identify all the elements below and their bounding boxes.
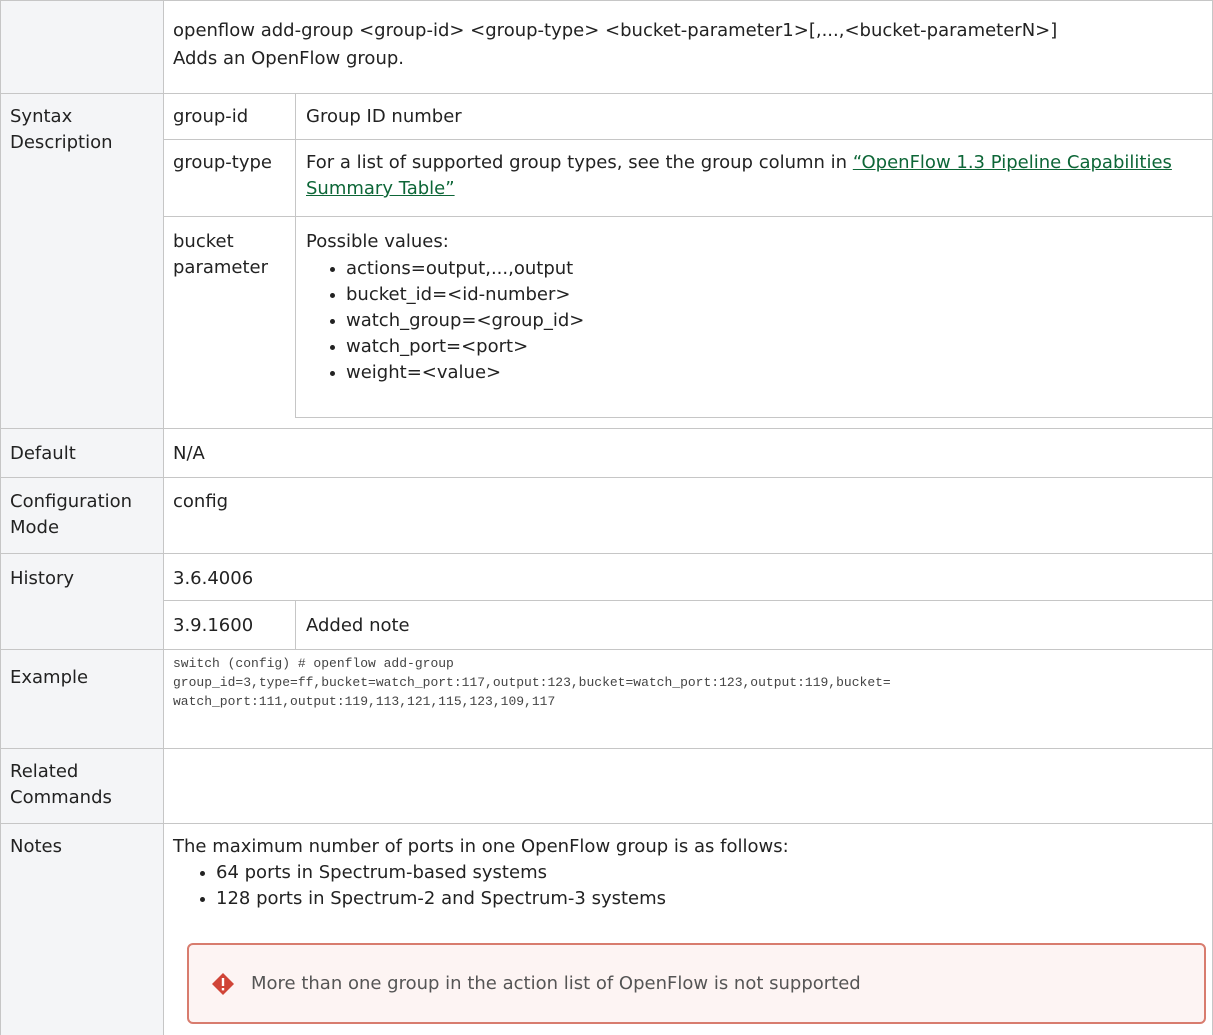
notes-list: 64 ports in Spectrum-based systems 128 p… [196,860,666,912]
example-code-line: watch_port:111,output:119,113,121,115,12… [173,694,556,709]
param-divider [295,93,296,417]
warning-icon [212,973,234,995]
warning-callout: More than one group in the action list o… [187,943,1206,1024]
row-line [0,93,1213,94]
default-label: Default [10,443,76,464]
row-line [295,417,1213,418]
warning-text: More than one group in the action list o… [251,973,861,994]
param-name-group-type: group-type [173,152,272,173]
list-item: 128 ports in Spectrum-2 and Spectrum-3 s… [196,886,666,912]
list-item: actions=output,...,output [326,256,584,282]
column-divider [163,0,164,1035]
param-name-bucket: bucket parameter [173,231,269,278]
command-reference-table: openflow add-group <group-id> <group-typ… [0,0,1213,1035]
row-line [0,477,1213,478]
row-line [163,600,1213,601]
list-item: watch_group=<group_id> [326,308,584,334]
history-label: History [10,568,75,589]
row-line [0,748,1213,749]
row-line [163,216,1213,217]
row-line [0,0,1213,1]
history-note: Added note [306,615,410,636]
row-line [0,649,1213,650]
param-desc-bucket: Possible values: [306,231,449,252]
param-name-group-id: group-id [173,106,249,127]
command-syntax: openflow add-group <group-id> <group-typ… [173,20,1058,41]
list-item: bucket_id=<id-number> [326,282,584,308]
bucket-values-list: actions=output,...,output bucket_id=<id-… [326,256,584,386]
example-label: Example [10,667,89,688]
notes-label: Notes [10,836,62,857]
related-commands-label: Related Commands [10,761,112,808]
history-version: 3.9.1600 [173,615,254,636]
config-mode-value: config [173,491,229,512]
command-description: Adds an OpenFlow group. [173,48,404,69]
row-line [0,428,1213,429]
list-item: 64 ports in Spectrum-based systems [196,860,666,886]
list-item: weight=<value> [326,360,584,386]
config-mode-label: Configuration Mode [10,491,133,538]
param-desc-group-type: For a list of supported group types, see… [306,152,1172,199]
history-version: 3.6.4006 [173,568,254,589]
notes-intro: The maximum number of ports in one OpenF… [173,836,789,857]
table-border-left [0,0,1,1035]
example-code-line: switch (config) # openflow add-group [173,656,454,671]
history-divider [295,600,296,649]
row-line [0,553,1213,554]
param-desc-group-id: Group ID number [306,106,462,127]
list-item: watch_port=<port> [326,334,584,360]
syntax-description-label: Syntax Description [10,106,113,153]
example-code-line: group_id=3,type=ff,bucket=watch_port:117… [173,675,891,690]
default-value: N/A [173,443,205,464]
row-line [0,823,1213,824]
row-line [163,139,1213,140]
